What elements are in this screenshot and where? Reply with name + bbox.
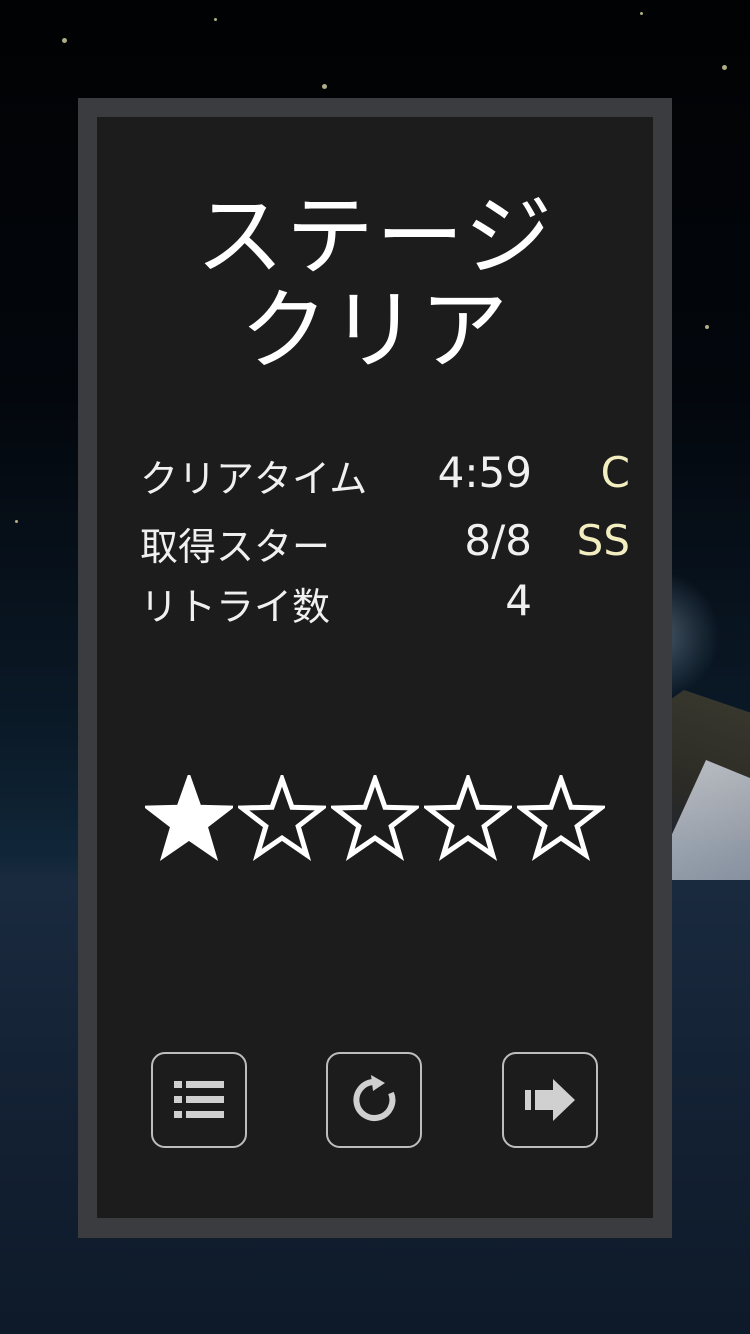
retry-icon — [353, 1075, 396, 1121]
star-filled-icon — [145, 775, 233, 862]
star-empty-icon — [331, 775, 419, 862]
stat-value: 4 — [505, 576, 532, 625]
title-line-1: ステージ — [195, 185, 555, 288]
star-empty-icon — [424, 775, 512, 862]
star-empty-icon — [238, 775, 326, 862]
star-rating — [145, 775, 605, 875]
sky-star — [214, 18, 217, 21]
stat-label: 取得スター — [140, 525, 331, 569]
stage-list-button[interactable] — [151, 1052, 247, 1148]
stat-label: リトライ数 — [140, 585, 331, 629]
stat-value: 8/8 — [464, 516, 532, 565]
sky-star — [640, 12, 643, 15]
stat-label: クリアタイム — [140, 457, 368, 501]
title-line-2: クリア — [239, 279, 510, 382]
retry-button[interactable] — [326, 1052, 422, 1148]
arrow-right-icon — [525, 1079, 575, 1121]
star-empty-icon — [517, 775, 605, 862]
list-icon — [174, 1081, 224, 1118]
stat-rank: SS — [576, 516, 630, 565]
next-stage-button[interactable] — [502, 1052, 598, 1148]
page-title: ステージ クリア — [97, 190, 653, 378]
stat-value: 4:59 — [437, 448, 532, 497]
stat-rank: C — [600, 448, 630, 497]
sky-star — [722, 65, 727, 70]
sky-star — [322, 84, 327, 89]
sky-star — [15, 520, 18, 523]
sky-star — [62, 38, 67, 43]
sky-star — [705, 325, 709, 329]
